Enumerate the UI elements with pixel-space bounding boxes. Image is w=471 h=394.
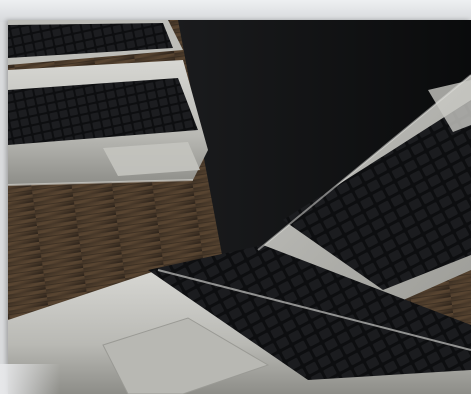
top-strip: [0, 0, 471, 22]
bottom-left-fade: [0, 364, 60, 394]
background-trackpad: [103, 142, 200, 176]
laptops-photo-illustration: [8, 20, 471, 394]
page: [0, 0, 471, 394]
laptops-photo: [8, 20, 471, 394]
